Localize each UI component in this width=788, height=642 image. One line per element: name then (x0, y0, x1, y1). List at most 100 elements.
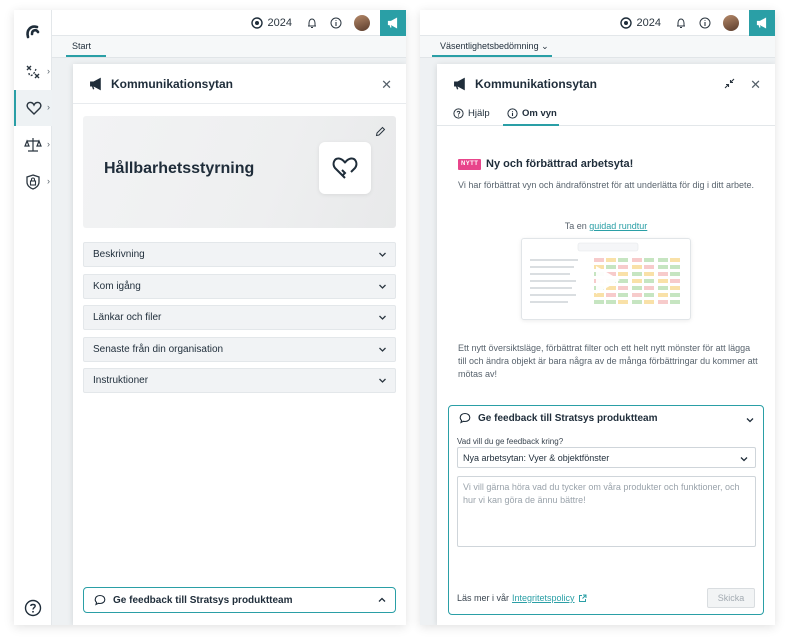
about-body: Ett nytt översiktsläge, förbättrat filte… (458, 343, 758, 379)
help-icon[interactable] (24, 599, 42, 617)
panel-title: Kommunikationsytan (475, 77, 598, 91)
tour-prefix: Ta en (564, 221, 587, 231)
panel-header: Kommunikationsytan ✕ (73, 64, 406, 104)
top-bar: 2024 (52, 10, 406, 36)
chevron-up-icon (378, 597, 386, 602)
stratsys-logo-icon[interactable] (23, 22, 43, 42)
shield-lock-icon (26, 174, 40, 190)
panel-header: Kommunikationsytan ✕ (437, 64, 775, 104)
feedback-header[interactable]: Ge feedback till Stratsys produktteam (459, 412, 658, 424)
right-app-window: 2024 Väsentlighetsbedömning ⌄ Kommunikat… (420, 10, 775, 625)
avatar[interactable] (354, 14, 370, 31)
send-button[interactable]: Skicka (707, 588, 755, 608)
accordion-instructions[interactable]: Instruktioner (83, 368, 396, 393)
rail-item-sustainability[interactable]: › (14, 90, 52, 126)
bell-icon[interactable] (675, 17, 687, 29)
megaphone-icon (90, 77, 101, 90)
top-bar: 2024 (420, 10, 775, 36)
close-icon[interactable]: ✕ (381, 77, 392, 93)
hero-icon-card (319, 142, 371, 194)
edit-icon[interactable] (375, 126, 386, 137)
accordion-label: Beskrivning (93, 249, 145, 260)
accordion-label: Instruktioner (93, 375, 149, 386)
megaphone-icon (387, 16, 398, 29)
about-heading: Ny och förbättrad arbetsyta! (486, 158, 634, 170)
tour-video-thumbnail[interactable] (521, 238, 691, 320)
chat-bubble-icon (459, 412, 471, 424)
minimize-icon[interactable] (724, 78, 735, 89)
left-app-window: › › › › 2024 Start Kommunikationsytan ✕ … (14, 10, 406, 625)
feedback-button-label: Ge feedback till Stratsys produktteam (113, 594, 293, 606)
feedback-title: Ge feedback till Stratsys produktteam (478, 412, 658, 424)
year-selector[interactable]: 2024 (619, 16, 661, 29)
rail-item-compliance[interactable]: › (14, 127, 52, 163)
guided-tour-line: Ta en guidad rundtur (437, 221, 775, 231)
communication-panel: Kommunikationsytan ✕ Hjälp Om vyn NYTT N… (437, 64, 775, 625)
feedback-textarea[interactable]: Vi vill gärna höra vad du tycker om våra… (457, 476, 756, 547)
chevron-right-icon: › (47, 139, 50, 149)
communication-panel: Kommunikationsytan ✕ Hållbarhetsstyrning… (73, 64, 406, 625)
hero-banner: Hållbarhetsstyrning (83, 116, 396, 228)
scale-icon (24, 138, 42, 152)
sub-navigation: Väsentlighetsbedömning ⌄ (420, 36, 775, 58)
target-icon (619, 16, 632, 29)
info-icon[interactable] (330, 17, 342, 29)
megaphone-icon (454, 77, 465, 91)
about-view-content: NYTT Ny och förbättrad arbetsyta! Vi har… (437, 127, 775, 407)
rail-item-goals[interactable]: › (14, 54, 52, 90)
chevron-right-icon: › (47, 102, 50, 112)
year-selector[interactable]: 2024 (250, 16, 292, 29)
accordion-getting-started[interactable]: Kom igång (83, 274, 396, 299)
tab-about-view[interactable]: Om vyn (507, 108, 557, 119)
privacy-policy-link[interactable]: Integritetspolicy (512, 593, 575, 603)
workspace-preview-image (522, 239, 690, 319)
active-tab-indicator (66, 55, 106, 57)
info-icon[interactable] (699, 17, 711, 29)
chevron-down-icon (379, 252, 386, 257)
tab-label: Om vyn (522, 108, 557, 119)
tab-start[interactable]: Start (72, 41, 91, 51)
close-icon[interactable]: ✕ (750, 77, 761, 93)
guided-tour-link[interactable]: guidad rundtur (589, 221, 647, 231)
external-link-icon (578, 594, 587, 602)
feedback-toggle-button[interactable]: Ge feedback till Stratsys produktteam (83, 587, 396, 613)
accordion-label: Länkar och filer (93, 312, 162, 323)
about-intro: Vi har förbättrat vyn och ändrafönstret … (458, 180, 754, 190)
panel-tabs: Hjälp Om vyn (437, 104, 775, 126)
chevron-down-icon[interactable] (746, 416, 754, 424)
selected-topic: Nya arbetsytan: Vyer & objektfönster (463, 453, 610, 463)
feedback-topic-select[interactable]: Nya arbetsytan: Vyer & objektfönster (457, 447, 756, 468)
chevron-down-icon (740, 457, 748, 462)
heart-cycle-icon (332, 157, 358, 179)
accordion-label: Kom igång (93, 281, 141, 292)
info-icon (507, 108, 518, 119)
year-label: 2024 (267, 16, 292, 29)
panel-title: Kommunikationsytan (111, 76, 234, 91)
tab-help[interactable]: Hjälp (453, 108, 490, 119)
tab-label: Hjälp (468, 108, 490, 119)
chevron-right-icon: › (47, 176, 50, 186)
accordion-description[interactable]: Beskrivning (83, 242, 396, 267)
feedback-question-label: Vad vill du ge feedback kring? (457, 437, 564, 446)
accordion-links-files[interactable]: Länkar och filer (83, 305, 396, 330)
accordion-latest-news[interactable]: Senaste från din organisation (83, 337, 396, 362)
chevron-down-icon: ⌄ (541, 41, 549, 51)
avatar[interactable] (723, 14, 739, 31)
heart-icon (26, 101, 42, 115)
privacy-prefix: Läs mer i vår (457, 593, 510, 603)
active-tab-indicator (432, 55, 552, 57)
communication-button[interactable] (380, 10, 406, 36)
question-circle-icon (453, 108, 464, 119)
tab-label: Väsentlighetsbedömning (440, 41, 539, 51)
rail-item-security[interactable]: › (14, 164, 52, 200)
new-badge: NYTT (458, 159, 482, 170)
bell-icon[interactable] (306, 17, 318, 29)
year-label: 2024 (636, 16, 661, 29)
goals-icon (26, 65, 40, 79)
tab-materiality-dropdown[interactable]: Väsentlighetsbedömning ⌄ (440, 41, 549, 52)
chevron-down-icon (379, 347, 386, 352)
chevron-down-icon (379, 284, 386, 289)
active-tab-indicator (503, 124, 559, 126)
communication-button[interactable] (749, 10, 775, 36)
feedback-form: Ge feedback till Stratsys produktteam Va… (448, 405, 764, 615)
